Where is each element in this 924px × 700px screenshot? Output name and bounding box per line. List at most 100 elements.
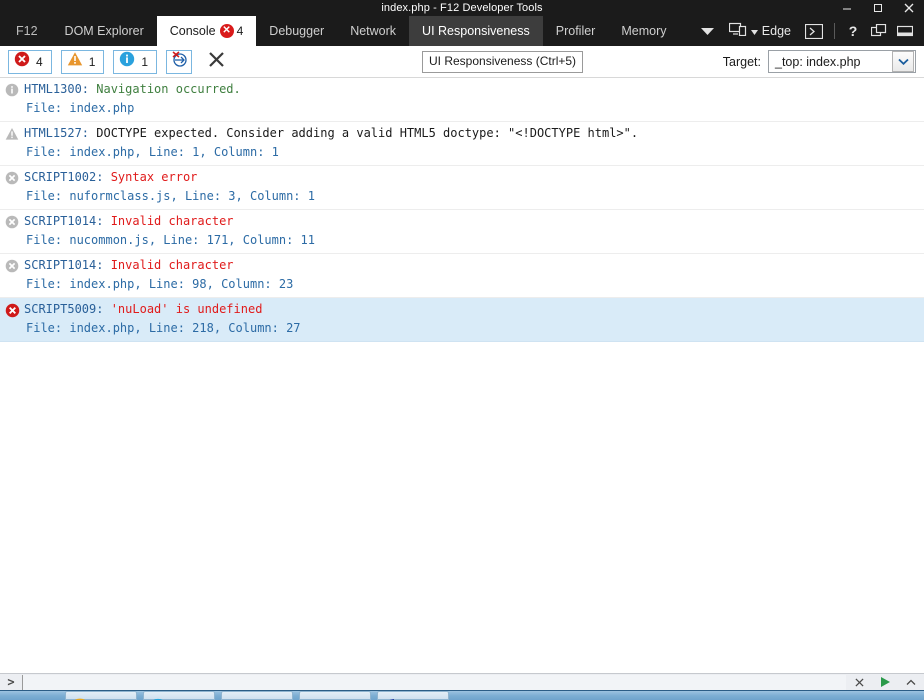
tab-debugger[interactable]: Debugger	[256, 16, 337, 46]
app-icon	[72, 693, 88, 700]
clear-on-navigate-icon	[171, 51, 188, 72]
command-input[interactable]	[22, 674, 846, 690]
minimize-panel-icon[interactable]	[892, 16, 918, 46]
dock-windows-icon[interactable]	[866, 16, 892, 46]
device-emulation-icon	[728, 22, 747, 41]
tab-ui-responsiveness[interactable]: UI Responsiveness	[409, 16, 543, 46]
tab-f12[interactable]: F12	[0, 16, 52, 46]
chevron-down-icon[interactable]	[892, 51, 914, 72]
maximize-button[interactable]	[862, 0, 893, 16]
window-controls	[831, 0, 924, 16]
clear-icon[interactable]	[846, 674, 872, 690]
chevron-down-icon[interactable]	[693, 16, 723, 46]
close-button[interactable]	[893, 0, 924, 16]
warning-icon	[67, 51, 83, 72]
message-code: SCRIPT1002:	[24, 170, 104, 184]
message-source[interactable]: File: nucommon.js, Line: 171, Column: 11	[24, 231, 916, 250]
tab-console[interactable]: Console ✕ 4	[156, 16, 257, 46]
taskbar-item[interactable]	[377, 691, 449, 700]
system-tray[interactable]	[814, 691, 924, 700]
message-source[interactable]: File: index.php, Line: 218, Column: 27	[24, 319, 916, 338]
message-source[interactable]: File: index.php	[24, 99, 916, 118]
target-label: Target:	[722, 54, 761, 69]
clear-console-icon	[208, 51, 225, 73]
info-icon	[119, 51, 135, 72]
tab-profiler-label: Profiler	[555, 24, 596, 38]
command-bar-actions	[846, 674, 924, 690]
app-icon	[306, 693, 322, 700]
info-icon	[0, 80, 24, 97]
console-command-bar: >	[0, 673, 924, 690]
tab-memory[interactable]: Memory	[608, 16, 679, 46]
console-message-body: SCRIPT1014: Invalid character File: inde…	[24, 256, 924, 294]
console-message-row[interactable]: SCRIPT1014: Invalid character File: nuco…	[0, 210, 924, 254]
console-message-body: SCRIPT5009: 'nuLoad' is undefined File: …	[24, 300, 924, 338]
console-message-line: SCRIPT1014: Invalid character	[24, 256, 916, 275]
console-message-body: HTML1527: DOCTYPE expected. Consider add…	[24, 124, 924, 162]
browser-emulation-selector[interactable]: Edge	[723, 16, 799, 46]
tab-network-label: Network	[350, 24, 397, 38]
clear-console-button[interactable]	[203, 50, 229, 74]
message-code: SCRIPT5009:	[24, 302, 104, 316]
tab-debugger-label: Debugger	[269, 24, 325, 38]
console-message-row[interactable]: HTML1300: Navigation occurred. File: ind…	[0, 78, 924, 122]
tab-dom-explorer-label: DOM Explorer	[64, 24, 144, 38]
console-message-row-selected[interactable]: SCRIPT5009: 'nuLoad' is undefined File: …	[0, 298, 924, 342]
taskbar-item[interactable]	[143, 691, 215, 700]
message-source[interactable]: File: index.php, Line: 98, Column: 23	[24, 275, 916, 294]
chevron-up-icon[interactable]	[898, 674, 924, 690]
console-message-line: SCRIPT5009: 'nuLoad' is undefined	[24, 300, 916, 319]
message-text: Navigation occurred.	[89, 82, 241, 96]
console-message-row[interactable]: HTML1527: DOCTYPE expected. Consider add…	[0, 122, 924, 166]
message-source[interactable]: File: nuformclass.js, Line: 3, Column: 1	[24, 187, 916, 206]
console-message-list[interactable]: HTML1300: Navigation occurred. File: ind…	[0, 78, 924, 673]
message-text: Invalid character	[103, 258, 234, 272]
taskbar-item[interactable]	[65, 691, 137, 700]
console-prompt-icon[interactable]	[799, 16, 829, 46]
target-select[interactable]: _top: index.php	[768, 50, 916, 73]
window-title: index.php - F12 Developer Tools	[381, 2, 543, 14]
taskbar-item[interactable]	[299, 691, 371, 700]
ui-responsiveness-tooltip: UI Responsiveness (Ctrl+5)	[422, 51, 584, 74]
tab-profiler[interactable]: Profiler	[543, 16, 609, 46]
tab-bar-actions: Edge ?	[693, 16, 924, 46]
help-icon[interactable]: ?	[840, 16, 866, 46]
target-select-value: _top: index.php	[775, 54, 861, 69]
message-text: DOCTYPE expected. Consider adding a vali…	[89, 126, 639, 140]
message-text: Invalid character	[103, 214, 234, 228]
start-button[interactable]	[0, 691, 62, 700]
error-icon	[0, 256, 24, 273]
warning-filter-button[interactable]: 1	[60, 49, 105, 74]
tab-network[interactable]: Network	[337, 16, 409, 46]
console-message-line: HTML1300: Navigation occurred.	[24, 80, 916, 99]
tab-ui-responsiveness-label: UI Responsiveness	[422, 24, 530, 38]
info-count: 1	[141, 54, 149, 69]
clear-on-navigate-button[interactable]	[166, 49, 193, 74]
tab-dom-explorer[interactable]: DOM Explorer	[52, 16, 157, 46]
f12-developer-tools-window: index.php - F12 Developer Tools F12 DOM …	[0, 0, 924, 700]
console-message-row[interactable]: SCRIPT1014: Invalid character File: inde…	[0, 254, 924, 298]
message-source[interactable]: File: index.php, Line: 1, Column: 1	[24, 143, 916, 162]
message-code: HTML1300:	[24, 82, 90, 96]
error-count: 4	[36, 54, 43, 69]
taskbar-item[interactable]	[221, 691, 293, 700]
minimize-button[interactable]	[831, 0, 862, 16]
console-toolbar: 4 1 1 UI Responsiveness (Ctrl+5) Target:…	[0, 46, 924, 78]
tab-console-error-count: 4	[236, 24, 244, 38]
info-filter-button[interactable]: 1	[113, 49, 158, 74]
error-icon	[0, 212, 24, 229]
target-selector-group: Target: _top: index.php	[723, 50, 916, 73]
message-code: SCRIPT1014:	[24, 258, 104, 272]
message-code: HTML1527:	[24, 126, 90, 140]
browser-label: Edge	[761, 24, 791, 38]
command-prompt-icon: >	[7, 675, 15, 689]
toolbar-divider	[834, 23, 835, 39]
console-message-row[interactable]: SCRIPT1002: Syntax error File: nuformcla…	[0, 166, 924, 210]
tab-f12-label: F12	[16, 24, 38, 38]
run-icon[interactable]	[872, 674, 898, 690]
error-filter-button[interactable]: 4	[8, 49, 52, 74]
console-message-line: HTML1527: DOCTYPE expected. Consider add…	[24, 124, 916, 143]
console-message-line: SCRIPT1014: Invalid character	[24, 212, 916, 231]
error-icon	[14, 51, 30, 72]
warning-count: 1	[88, 54, 96, 69]
